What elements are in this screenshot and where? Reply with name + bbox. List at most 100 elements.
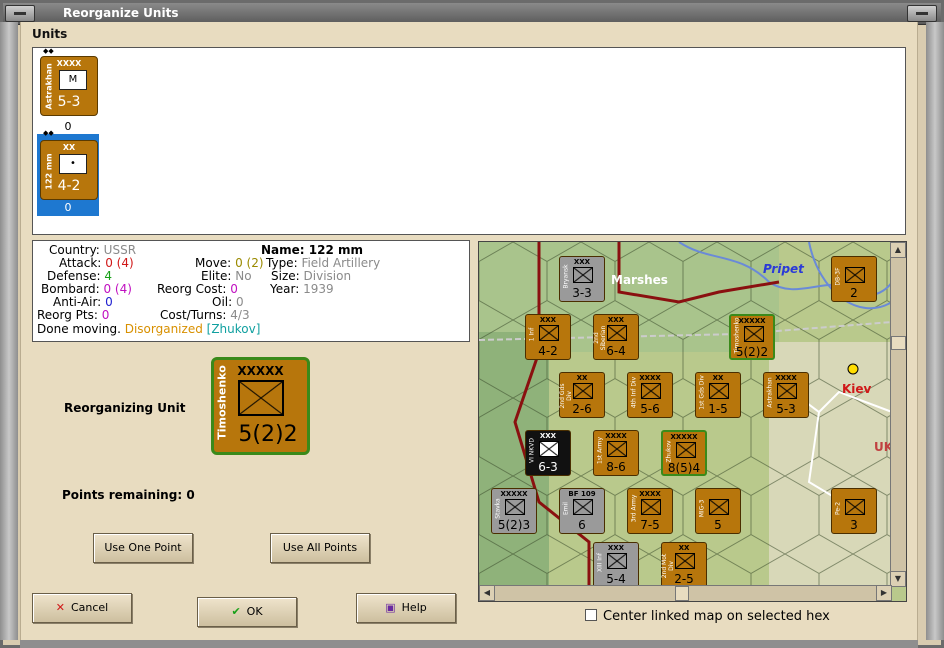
hq-icon xyxy=(505,499,525,515)
map-counter-2nd-siberian[interactable]: XXX 2nd Siberian 6-4 xyxy=(593,314,639,360)
units-label: Units xyxy=(32,27,68,41)
dash-icon xyxy=(14,12,26,15)
unit-pips: ◆◆ xyxy=(43,47,54,55)
map-counter-bryansk[interactable]: XXX Bryansk 3-3 xyxy=(559,256,605,302)
map-counter-2-6[interactable]: XX 2nd Gds Div 2-6 xyxy=(559,372,605,418)
year-value: 1939 xyxy=(303,282,334,296)
map-counter-strength: 4-2 xyxy=(538,344,558,358)
reorgpts-value: 0 xyxy=(101,308,110,322)
map-counter-5-6[interactable]: XXXX 4th Inf Div 5-6 xyxy=(627,372,673,418)
map-vertical-scrollbar[interactable]: ▲ ▼ xyxy=(890,242,906,587)
type-label: Type: xyxy=(266,256,298,270)
scroll-down-icon[interactable]: ▼ xyxy=(890,571,906,587)
unit-strength: 4-2 xyxy=(57,178,81,194)
use-all-points-button[interactable]: Use All Points xyxy=(270,533,370,563)
type-value: Field Artillery xyxy=(301,256,381,270)
map-counter-strength: 8-6 xyxy=(606,460,626,474)
map-counter-1-5[interactable]: XX 1st Gds Div 1-5 xyxy=(695,372,741,418)
reorgcost-label: Reorg Cost: xyxy=(157,282,227,296)
reorgpts-row: Reorg Pts: 0 xyxy=(37,309,109,322)
map-counter-1st-army[interactable]: XXXX 1st Army 8-6 xyxy=(593,430,639,476)
map-label-kiev: Kiev xyxy=(842,382,872,396)
status-disorganized: Disorganized xyxy=(124,322,203,336)
map-counter-zhukov[interactable]: XXXXX Zhukov 8(5)4 xyxy=(661,430,707,476)
map-counter-3rd-army[interactable]: XXXX 3rd Army 7-5 xyxy=(627,488,673,534)
linked-map[interactable]: Marshes Pripet Kiev UK XXX Bryansk 3-3 XX… xyxy=(478,241,907,602)
help-label: Help xyxy=(401,601,427,614)
ok-button[interactable]: ✔ OK xyxy=(197,597,297,627)
map-counter-pe2[interactable]: Pe-2 3 xyxy=(831,488,877,534)
map-counter-strength: 5-6 xyxy=(640,402,660,416)
oil-label: Oil: xyxy=(212,295,233,309)
cancel-button[interactable]: ✕ Cancel xyxy=(32,593,132,623)
bombard-label: Bombard: xyxy=(41,282,100,296)
dash-icon xyxy=(916,12,928,15)
center-linked-map-checkbox[interactable] xyxy=(585,609,597,621)
infantry-icon xyxy=(539,325,559,341)
infantry-icon xyxy=(573,267,593,283)
map-counter-2nd-mot[interactable]: XX 2nd Mot Div 2-5 xyxy=(661,542,707,588)
left-frame xyxy=(0,22,18,640)
system-menu-button[interactable] xyxy=(5,5,35,22)
scroll-left-icon[interactable]: ◀ xyxy=(479,585,495,601)
move-label: Move: xyxy=(195,256,232,270)
counter-strength: 5(2)2 xyxy=(238,422,298,447)
costturns-value: 4/3 xyxy=(230,308,250,322)
hq-icon xyxy=(676,442,696,458)
artillery-icon: • xyxy=(59,154,87,174)
reorganizing-unit-label: Reorganizing Unit xyxy=(64,401,186,415)
aircraft-icon xyxy=(573,499,593,515)
map-counter-strength: 2 xyxy=(850,286,858,300)
horizontal-scroll-thumb[interactable] xyxy=(675,586,689,601)
units-list[interactable]: ◆◆ XXXX M Astrakhan 5-3 0 ◆◆ XX • 122 mm… xyxy=(32,47,906,235)
scroll-right-icon[interactable]: ▶ xyxy=(876,585,892,601)
elite-value: No xyxy=(235,269,252,283)
unit-counter[interactable]: XX • 122 mm 4-2 xyxy=(40,140,98,200)
status-hq: [Zhukov] xyxy=(206,322,261,336)
map-counter-strength: 6-4 xyxy=(606,344,626,358)
center-linked-map-option[interactable]: Center linked map on selected hex xyxy=(585,609,830,624)
vertical-scroll-thumb[interactable] xyxy=(891,336,906,350)
map-counter-strength: 5 xyxy=(714,518,722,532)
map-counter-strength: 7-5 xyxy=(640,518,660,532)
infantry-icon xyxy=(744,326,764,342)
cancel-label: Cancel xyxy=(70,601,109,614)
use-one-point-button[interactable]: Use One Point xyxy=(93,533,193,563)
infantry-icon xyxy=(539,441,559,457)
map-counter-strength: 5(2)3 xyxy=(497,518,531,532)
map-counter-strength: 6 xyxy=(578,518,586,532)
map-counter-strength: 5-3 xyxy=(776,402,796,416)
check-icon: ✔ xyxy=(231,605,241,618)
x-icon: ✕ xyxy=(55,601,65,614)
defense-value: 4 xyxy=(104,269,112,283)
bombard-value: 0 (4) xyxy=(103,282,132,296)
map-label-marshes: Marshes xyxy=(611,273,668,287)
map-counter-strength: 2-5 xyxy=(674,572,694,586)
scroll-up-icon[interactable]: ▲ xyxy=(890,242,906,258)
unit-slot-122mm[interactable]: ◆◆ XX • 122 mm 4-2 0 xyxy=(37,129,99,216)
unit-pips: ◆◆ xyxy=(43,129,54,137)
map-counter-vi-nkvd[interactable]: XXX VI NKVD 6-3 xyxy=(525,430,571,476)
unit-counter[interactable]: XXXX M Astrakhan 5-3 xyxy=(40,56,98,116)
antiair-label: Anti-Air: xyxy=(53,295,102,309)
map-counter-strength: 1-5 xyxy=(708,402,728,416)
map-counter-db3f[interactable]: DB-3F 2 xyxy=(831,256,877,302)
map-counter-astrakhan[interactable]: XXXX Astrakhan 5-3 xyxy=(763,372,809,418)
map-counter-strength: 5-4 xyxy=(606,572,626,586)
map-counter-timoshenko[interactable]: XXXXX Timoshenko 5(2)2 xyxy=(729,314,775,360)
infantry-icon xyxy=(641,499,661,515)
minimize-button[interactable] xyxy=(907,5,937,22)
map-counter-emil[interactable]: BF 109 Emil 6 xyxy=(559,488,605,534)
map-horizontal-scrollbar[interactable]: ◀ ▶ xyxy=(479,585,892,601)
unit-slot-astrakhan[interactable]: ◆◆ XXXX M Astrakhan 5-3 0 xyxy=(37,47,99,134)
map-counter-1-inf[interactable]: XXX 1 Inf 4-2 xyxy=(525,314,571,360)
points-label: Points remaining: xyxy=(62,488,183,502)
map-counter-xiii-inf[interactable]: XXX XIII Inf 5-4 xyxy=(593,542,639,588)
ok-label: OK xyxy=(246,605,263,618)
help-button[interactable]: ▣ Help xyxy=(356,593,456,623)
map-counter-stavka[interactable]: XXXXX Stavka 5(2)3 xyxy=(491,488,537,534)
antiair-value: 0 xyxy=(105,295,113,309)
points-value: 0 xyxy=(186,488,195,502)
map-counter-mig3[interactable]: MIG-3 5 xyxy=(695,488,741,534)
book-icon: ▣ xyxy=(385,601,396,614)
